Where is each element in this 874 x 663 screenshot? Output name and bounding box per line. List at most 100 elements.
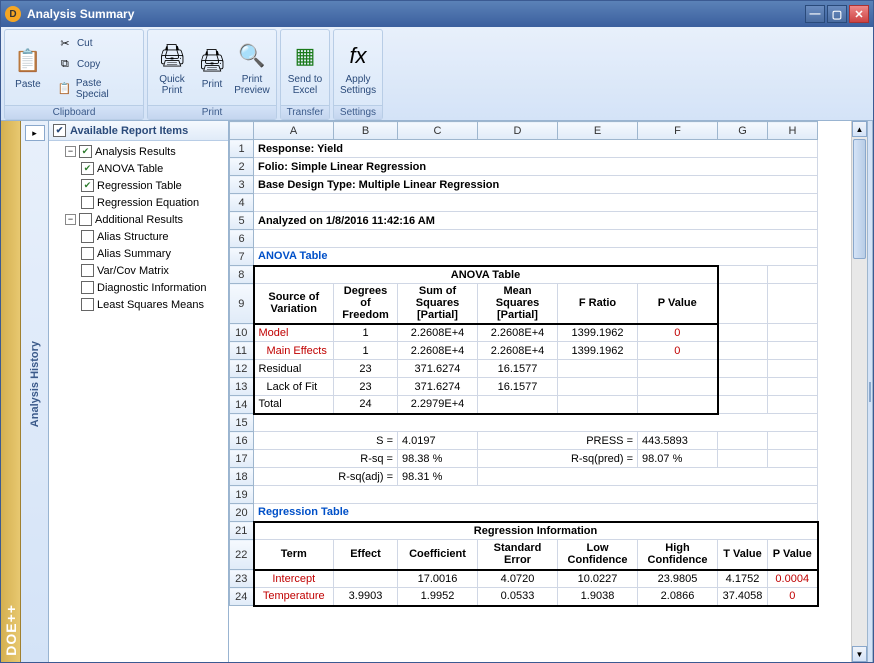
row-header[interactable]: 16 bbox=[230, 432, 254, 450]
row-header[interactable]: 20 bbox=[230, 504, 254, 522]
row-header[interactable]: 9 bbox=[230, 284, 254, 324]
minimize-button[interactable]: — bbox=[805, 5, 825, 23]
cell[interactable]: 98.31 % bbox=[398, 468, 478, 486]
apply-settings-button[interactable]: fxApply Settings bbox=[336, 32, 380, 103]
cell[interactable]: 0.0533 bbox=[478, 588, 558, 606]
checkbox[interactable]: ✔ bbox=[81, 162, 94, 175]
spreadsheet[interactable]: A B C D E F G H 1Response: Yield 2Folio:… bbox=[229, 121, 867, 662]
row-header[interactable]: 23 bbox=[230, 570, 254, 588]
row-header[interactable]: 6 bbox=[230, 230, 254, 248]
cell[interactable]: Folio: Simple Linear Regression bbox=[254, 158, 818, 176]
cell[interactable]: PRESS = bbox=[478, 432, 638, 450]
checkbox[interactable] bbox=[81, 281, 94, 294]
row-header[interactable]: 17 bbox=[230, 450, 254, 468]
cut-button[interactable]: ✂Cut bbox=[53, 34, 137, 54]
col-header-d[interactable]: D bbox=[478, 122, 558, 140]
print-preview-button[interactable]: 🔍Print Preview bbox=[230, 32, 274, 103]
cell[interactable]: Coefficient bbox=[398, 540, 478, 570]
tree-anova-table[interactable]: ✔ANOVA Table bbox=[49, 160, 228, 177]
cell[interactable]: 0 bbox=[638, 324, 718, 342]
row-header[interactable]: 22 bbox=[230, 540, 254, 570]
cell[interactable]: Temperature bbox=[254, 588, 334, 606]
cell[interactable]: 23.9805 bbox=[638, 570, 718, 588]
cell[interactable]: ANOVA Table bbox=[254, 266, 718, 284]
header-checkbox[interactable]: ✔ bbox=[53, 124, 66, 137]
maximize-button[interactable]: ▢ bbox=[827, 5, 847, 23]
cell[interactable]: 1.9952 bbox=[398, 588, 478, 606]
collapse-icon[interactable]: − bbox=[65, 214, 76, 225]
tree-varcov-matrix[interactable]: Var/Cov Matrix bbox=[49, 262, 228, 279]
cell[interactable]: 4.1752 bbox=[718, 570, 768, 588]
cell[interactable]: T Value bbox=[718, 540, 768, 570]
col-header-b[interactable]: B bbox=[334, 122, 398, 140]
row-header[interactable]: 4 bbox=[230, 194, 254, 212]
cell[interactable]: Intercept bbox=[254, 570, 334, 588]
cell[interactable]: 1399.1962 bbox=[558, 324, 638, 342]
cell[interactable]: P Value bbox=[638, 284, 718, 324]
scroll-thumb[interactable] bbox=[853, 139, 866, 259]
titlebar[interactable]: D Analysis Summary — ▢ ✕ bbox=[1, 1, 873, 27]
cell[interactable]: P Value bbox=[768, 540, 818, 570]
tree-lsm[interactable]: Least Squares Means bbox=[49, 296, 228, 313]
cell[interactable]: Low Confidence bbox=[558, 540, 638, 570]
row-header[interactable]: 3 bbox=[230, 176, 254, 194]
cell[interactable]: 371.6274 bbox=[398, 360, 478, 378]
cell[interactable]: Base Design Type: Multiple Linear Regres… bbox=[254, 176, 818, 194]
checkbox[interactable] bbox=[79, 213, 92, 226]
cell[interactable]: 2.2608E+4 bbox=[478, 342, 558, 360]
row-header[interactable]: 7 bbox=[230, 248, 254, 266]
row-header[interactable]: 18 bbox=[230, 468, 254, 486]
cell[interactable]: Degrees of Freedom bbox=[334, 284, 398, 324]
tree-alias-summary[interactable]: Alias Summary bbox=[49, 245, 228, 262]
cell[interactable]: 1.9038 bbox=[558, 588, 638, 606]
quick-print-button[interactable]: 🖨Quick Print bbox=[150, 32, 194, 103]
cell[interactable]: 2.0866 bbox=[638, 588, 718, 606]
cell[interactable]: 98.38 % bbox=[398, 450, 478, 468]
cell[interactable]: 2.2979E+4 bbox=[398, 396, 478, 414]
cell[interactable]: 0.0004 bbox=[768, 570, 818, 588]
cell[interactable]: Main Effects bbox=[254, 342, 334, 360]
cell[interactable]: Model bbox=[254, 324, 334, 342]
close-button[interactable]: ✕ bbox=[849, 5, 869, 23]
row-header[interactable]: 12 bbox=[230, 360, 254, 378]
cell[interactable]: F Ratio bbox=[558, 284, 638, 324]
checkbox[interactable] bbox=[81, 230, 94, 243]
row-header[interactable]: 11 bbox=[230, 342, 254, 360]
cell[interactable]: R-sq(adj) = bbox=[254, 468, 398, 486]
cell[interactable]: 2.2608E+4 bbox=[398, 342, 478, 360]
col-header-a[interactable]: A bbox=[254, 122, 334, 140]
cell[interactable]: R-sq = bbox=[254, 450, 398, 468]
row-header[interactable]: 10 bbox=[230, 324, 254, 342]
tree-additional-results[interactable]: −Additional Results bbox=[49, 211, 228, 228]
checkbox[interactable]: ✔ bbox=[79, 145, 92, 158]
cell[interactable]: 1399.1962 bbox=[558, 342, 638, 360]
col-header-c[interactable]: C bbox=[398, 122, 478, 140]
cell[interactable]: Analyzed on 1/8/2016 11:42:16 AM bbox=[254, 212, 818, 230]
cell[interactable]: 16.1577 bbox=[478, 360, 558, 378]
cell[interactable]: 3.9903 bbox=[334, 588, 398, 606]
cell[interactable]: S = bbox=[254, 432, 398, 450]
cell[interactable]: 37.4058 bbox=[718, 588, 768, 606]
cell[interactable]: 1 bbox=[334, 324, 398, 342]
cell[interactable]: Lack of Fit bbox=[254, 378, 334, 396]
corner-cell[interactable] bbox=[230, 122, 254, 140]
cell[interactable]: 0 bbox=[768, 588, 818, 606]
cell[interactable]: 2.2608E+4 bbox=[398, 324, 478, 342]
cell[interactable]: Sum of Squares [Partial] bbox=[398, 284, 478, 324]
cell[interactable]: 2.2608E+4 bbox=[478, 324, 558, 342]
cell[interactable]: 443.5893 bbox=[638, 432, 718, 450]
row-header[interactable]: 15 bbox=[230, 414, 254, 432]
cell[interactable]: 10.0227 bbox=[558, 570, 638, 588]
col-header-h[interactable]: H bbox=[768, 122, 818, 140]
cell[interactable]: Effect bbox=[334, 540, 398, 570]
cell[interactable]: 4.0720 bbox=[478, 570, 558, 588]
cell[interactable]: Standard Error bbox=[478, 540, 558, 570]
checkbox[interactable] bbox=[81, 264, 94, 277]
col-header-f[interactable]: F bbox=[638, 122, 718, 140]
cell[interactable]: 17.0016 bbox=[398, 570, 478, 588]
col-header-g[interactable]: G bbox=[718, 122, 768, 140]
cell[interactable]: High Confidence bbox=[638, 540, 718, 570]
cell[interactable]: 1 bbox=[334, 342, 398, 360]
cell[interactable]: Mean Squares [Partial] bbox=[478, 284, 558, 324]
cell[interactable]: 16.1577 bbox=[478, 378, 558, 396]
